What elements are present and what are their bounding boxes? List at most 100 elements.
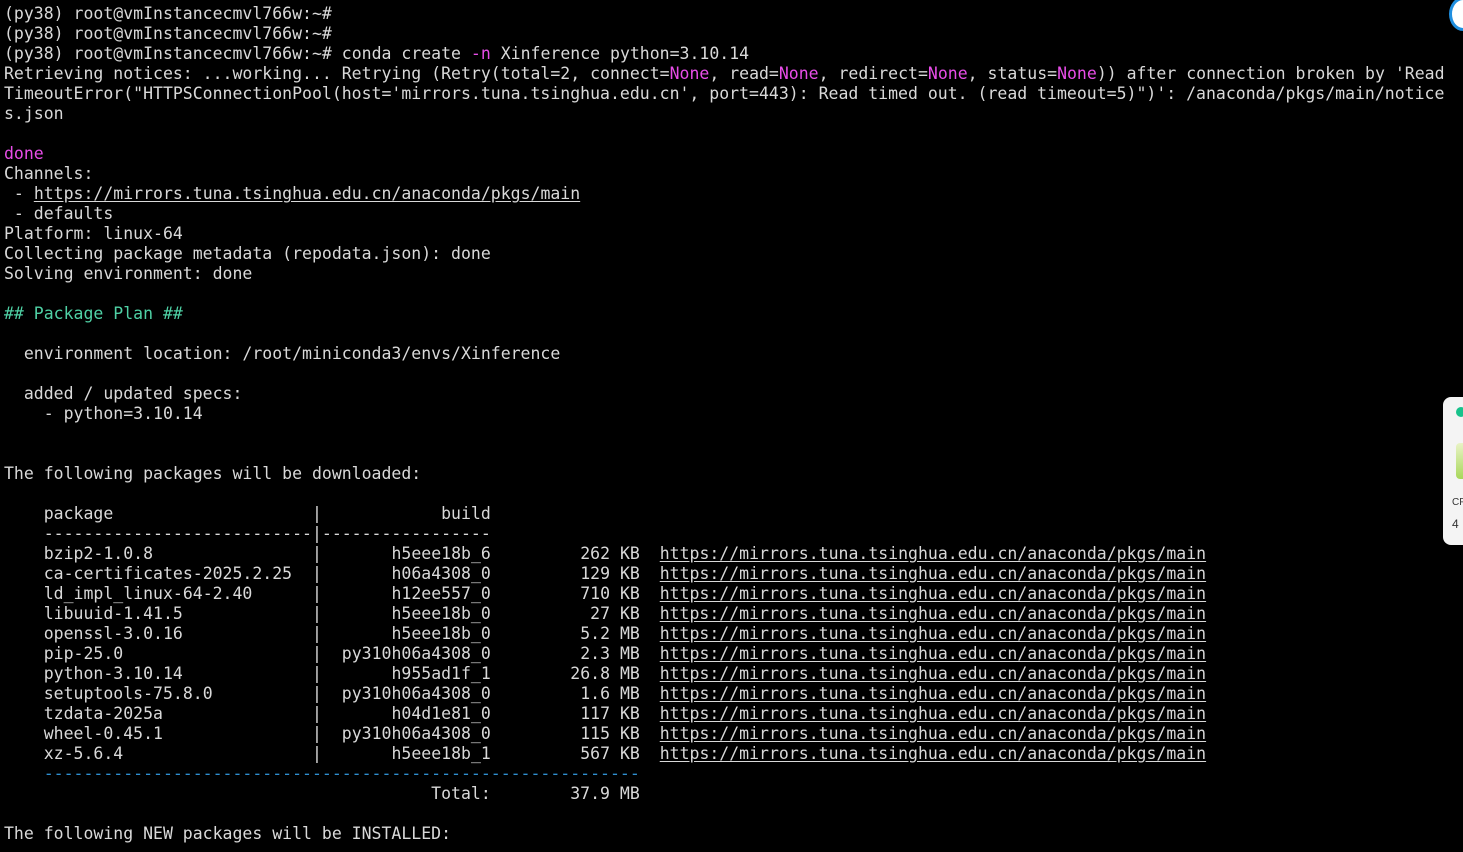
total-spacer bbox=[491, 784, 570, 803]
package-channel-link[interactable]: https://mirrors.tuna.tsinghua.edu.cn/ana… bbox=[660, 584, 1206, 603]
package-size: 567 KB bbox=[580, 744, 640, 763]
row-indent bbox=[4, 644, 44, 663]
column-gap bbox=[640, 544, 660, 563]
download-heading: The following packages will be downloade… bbox=[4, 464, 422, 483]
column-gap bbox=[640, 644, 660, 663]
package-channel-link[interactable]: https://mirrors.tuna.tsinghua.edu.cn/ana… bbox=[660, 544, 1206, 563]
column-separator: | bbox=[182, 604, 322, 623]
build-padding bbox=[322, 564, 392, 583]
column-separator: | bbox=[252, 584, 322, 603]
column-gap bbox=[640, 744, 660, 763]
added-specs-label: added / updated specs: bbox=[4, 384, 243, 403]
prompt-line: (py38) root@vmInstancecmvl766w:~# bbox=[4, 24, 332, 43]
spec-item: - python=3.10.14 bbox=[4, 404, 203, 423]
command-args: Xinference python=3.10.14 bbox=[500, 44, 750, 63]
side-monitor-widget[interactable]: CP 4 bbox=[1443, 397, 1463, 545]
package-channel-link[interactable]: https://mirrors.tuna.tsinghua.edu.cn/ana… bbox=[660, 724, 1206, 743]
none-value: None bbox=[1057, 64, 1097, 83]
total-label: Total: bbox=[4, 784, 491, 803]
size-padding bbox=[491, 724, 580, 743]
new-packages-heading: The following NEW packages will be INSTA… bbox=[4, 824, 452, 843]
package-size: 262 KB bbox=[580, 544, 640, 563]
column-gap bbox=[640, 724, 660, 743]
table-rule: ---------------------------|------------… bbox=[4, 524, 491, 543]
package-channel-link[interactable]: https://mirrors.tuna.tsinghua.edu.cn/ana… bbox=[660, 644, 1206, 663]
size-padding bbox=[491, 684, 580, 703]
size-padding bbox=[491, 744, 580, 763]
row-indent bbox=[4, 584, 44, 603]
row-indent bbox=[4, 704, 44, 723]
package-name: setuptools-75.8.0 bbox=[43, 684, 213, 703]
package-channel-link[interactable]: https://mirrors.tuna.tsinghua.edu.cn/ana… bbox=[660, 704, 1206, 723]
environment-location: environment location: /root/miniconda3/e… bbox=[4, 344, 561, 363]
build-padding bbox=[322, 704, 392, 723]
widget-value: 4 bbox=[1452, 517, 1459, 531]
package-name: ld_impl_linux-64-2.40 bbox=[43, 584, 253, 603]
column-gap bbox=[640, 604, 660, 623]
column-separator: | bbox=[162, 724, 322, 743]
retrying-text: Retrieving notices: ...working... Retryi… bbox=[4, 64, 670, 83]
total-row: Total: 37.9 MB bbox=[4, 784, 640, 804]
terminal-window[interactable]: (py38) root@vmInstancecmvl766w:~# (py38)… bbox=[0, 0, 1463, 852]
platform-line: Platform: linux-64 bbox=[4, 224, 183, 243]
package-build: h5eee18b_0 bbox=[391, 604, 491, 623]
solving-line: Solving environment: done bbox=[4, 264, 253, 283]
package-channel-link[interactable]: https://mirrors.tuna.tsinghua.edu.cn/ana… bbox=[660, 624, 1206, 643]
size-padding bbox=[491, 644, 580, 663]
collecting-line: Collecting package metadata (repodata.js… bbox=[4, 244, 491, 263]
package-build: py310h06a4308_0 bbox=[341, 724, 491, 743]
table-row: tzdata-2025a | h04d1e81_0 117 KB https:/… bbox=[4, 704, 1206, 724]
row-indent bbox=[4, 544, 44, 563]
package-channel-link[interactable]: https://mirrors.tuna.tsinghua.edu.cn/ana… bbox=[660, 564, 1206, 583]
size-padding bbox=[491, 624, 580, 643]
package-size: 710 KB bbox=[580, 584, 640, 603]
widget-label: CP bbox=[1452, 497, 1463, 508]
package-channel-link[interactable]: https://mirrors.tuna.tsinghua.edu.cn/ana… bbox=[660, 604, 1206, 623]
package-size: 115 KB bbox=[580, 724, 640, 743]
command-prompt: (py38) root@vmInstancecmvl766w:~# bbox=[4, 44, 332, 63]
package-size: 1.6 MB bbox=[580, 684, 640, 703]
build-padding bbox=[322, 724, 342, 743]
prompt-line: (py38) root@vmInstancecmvl766w:~# bbox=[4, 4, 332, 23]
package-name: openssl-3.0.16 bbox=[43, 624, 183, 643]
channel-item: - defaults bbox=[4, 204, 114, 223]
package-channel-link[interactable]: https://mirrors.tuna.tsinghua.edu.cn/ana… bbox=[660, 684, 1206, 703]
column-separator: | bbox=[153, 544, 322, 563]
package-size: 2.3 MB bbox=[580, 644, 640, 663]
table-header: package | build bbox=[4, 504, 491, 523]
channels-label: Channels: bbox=[4, 164, 94, 183]
table-row: bzip2-1.0.8 | h5eee18b_6 262 KB https://… bbox=[4, 544, 1206, 564]
column-separator: | bbox=[162, 704, 322, 723]
package-name: ca-certificates-2025.2.25 bbox=[43, 564, 293, 583]
row-indent bbox=[4, 604, 44, 623]
channel-link[interactable]: https://mirrors.tuna.tsinghua.edu.cn/ana… bbox=[34, 184, 580, 203]
package-channel-link[interactable]: https://mirrors.tuna.tsinghua.edu.cn/ana… bbox=[660, 744, 1206, 763]
column-gap bbox=[640, 624, 660, 643]
package-size: 27 KB bbox=[590, 604, 640, 623]
package-name: python-3.10.14 bbox=[43, 664, 183, 683]
column-separator: | bbox=[182, 664, 322, 683]
channel-item: - https://mirrors.tuna.tsinghua.edu.cn/a… bbox=[4, 184, 580, 204]
size-padding bbox=[491, 604, 590, 623]
usage-bar-icon bbox=[1456, 443, 1463, 479]
row-indent bbox=[4, 564, 44, 583]
table-row: pip-25.0 | py310h06a4308_0 2.3 MB https:… bbox=[4, 644, 1206, 664]
retrying-text: , status= bbox=[967, 64, 1058, 83]
package-build: h5eee18b_1 bbox=[391, 744, 491, 763]
package-size: 117 KB bbox=[580, 704, 640, 723]
total-rule: ----------------------------------------… bbox=[4, 764, 640, 783]
package-name: bzip2-1.0.8 bbox=[43, 544, 154, 563]
retrying-text: , redirect= bbox=[818, 64, 928, 83]
package-build: py310h06a4308_0 bbox=[341, 644, 491, 663]
table-row: setuptools-75.8.0 | py310h06a4308_0 1.6 … bbox=[4, 684, 1206, 704]
status-dot-icon bbox=[1456, 407, 1463, 417]
build-padding bbox=[322, 684, 342, 703]
build-padding bbox=[322, 584, 392, 603]
column-gap bbox=[640, 704, 660, 723]
row-indent bbox=[4, 624, 44, 643]
build-padding bbox=[322, 624, 392, 643]
build-padding bbox=[322, 644, 342, 663]
package-channel-link[interactable]: https://mirrors.tuna.tsinghua.edu.cn/ana… bbox=[660, 664, 1206, 683]
column-separator: | bbox=[123, 644, 322, 663]
command-name: conda bbox=[341, 44, 392, 63]
